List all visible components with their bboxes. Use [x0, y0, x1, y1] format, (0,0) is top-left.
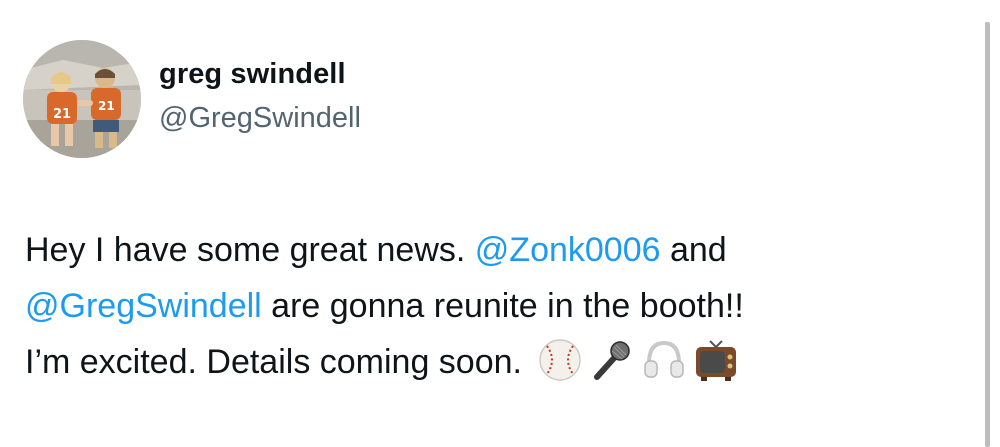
- mention-zonk0006[interactable]: @Zonk0006: [475, 231, 661, 269]
- jersey-number-left: 21: [53, 107, 71, 122]
- mention-gregswindell[interactable]: @GregSwindell: [25, 287, 262, 325]
- scrollbar[interactable]: [985, 22, 990, 447]
- microphone-icon: [589, 337, 635, 383]
- tweet-text: Hey I have some great news. @Zonk0006 an…: [25, 222, 955, 390]
- jersey-number-right: 21: [98, 99, 115, 113]
- tweet-card: 21 21 greg swindell @GregSwindell Hey I …: [0, 0, 1000, 447]
- tweet-text-segment: are gonna reunite in the booth!!: [261, 287, 744, 325]
- author-display-name[interactable]: greg swindell: [159, 56, 346, 92]
- tweet-line-2: @GregSwindell are gonna reunite in the b…: [25, 278, 955, 334]
- television-icon: [693, 337, 739, 383]
- tweet-line-3: I’m excited. Details coming soon.: [25, 334, 955, 390]
- baseball-icon: [537, 337, 583, 383]
- tweet-text-segment: I’m excited. Details coming soon.: [25, 343, 522, 381]
- author-handle[interactable]: @GregSwindell: [159, 100, 361, 136]
- headphones-icon: [641, 337, 687, 383]
- avatar[interactable]: 21 21: [23, 40, 141, 158]
- tweet-text-segment: Hey I have some great news.: [25, 231, 475, 269]
- tweet-line-1: Hey I have some great news. @Zonk0006 an…: [25, 222, 955, 278]
- tweet-text-segment: and: [660, 231, 727, 269]
